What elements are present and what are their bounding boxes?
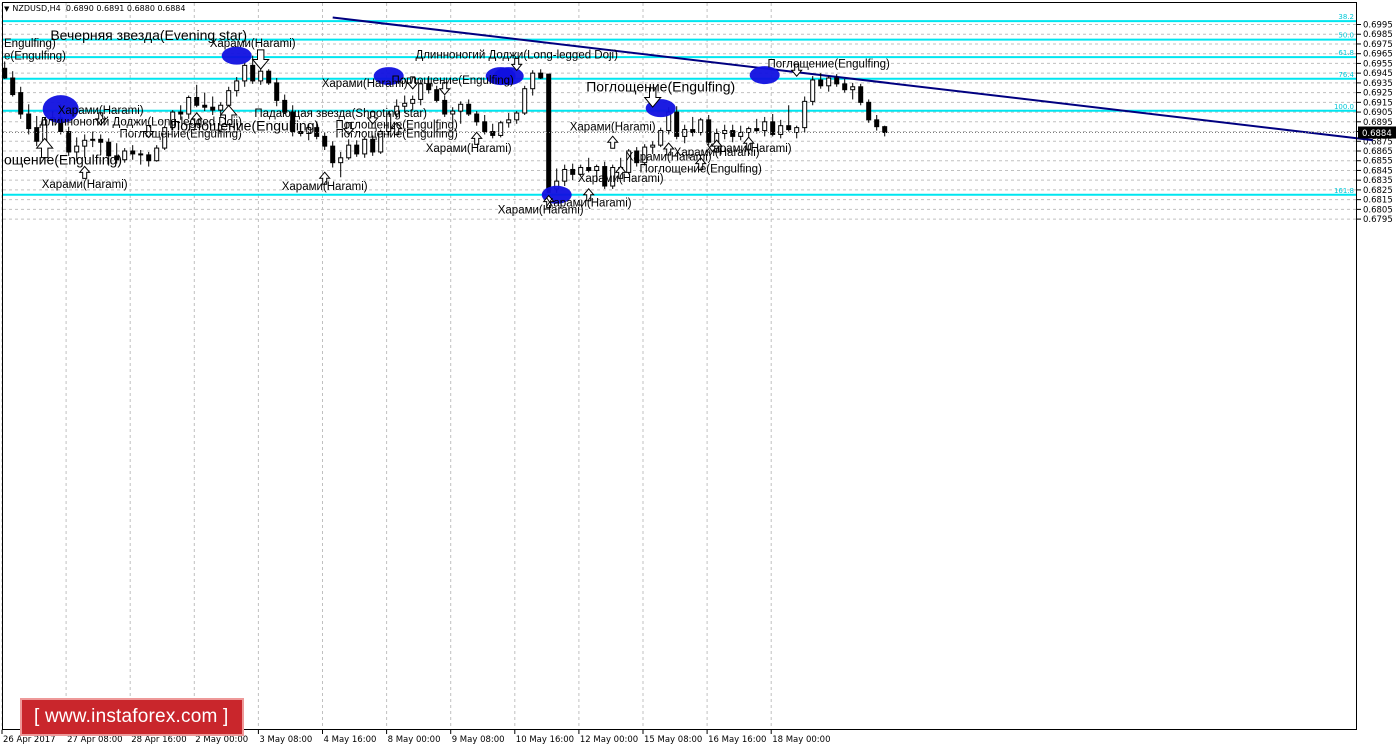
symbol-label: NZDUSD,H4 — [12, 4, 61, 13]
y-tick-label: 0.6985 — [1363, 30, 1393, 40]
x-tick-label: 8 May 00:00 — [388, 735, 441, 745]
x-tick-label: 4 May 16:00 — [324, 735, 377, 745]
x-tick-label: 16 May 16:00 — [708, 735, 766, 745]
y-tick-label: 0.6935 — [1363, 79, 1393, 89]
y-tick-label: 0.6805 — [1363, 205, 1393, 215]
y-tick-label: 0.6795 — [1363, 215, 1393, 225]
y-tick-label: 0.6945 — [1363, 69, 1393, 79]
x-tick-label: 26 Apr 2017 — [3, 735, 56, 745]
chart-header: ▼ NZDUSD,H4 0.6890 0.6891 0.6880 0.6884 — [4, 4, 185, 13]
chart-window: 0.6995 0.6985 0.6975 0.6965 0.6955 0.6945 0.69… — [0, 0, 1398, 749]
x-tick-label: 28 Apr 16:00 — [131, 735, 186, 745]
y-tick-label: 0.6965 — [1363, 50, 1393, 60]
x-tick-label: 18 May 00:00 — [772, 735, 830, 745]
current-price-label: 0.6884 — [1362, 129, 1392, 139]
y-tick-label: 0.6855 — [1363, 157, 1393, 167]
plot-frame — [2, 2, 1357, 730]
x-tick-label: 9 May 08:00 — [452, 735, 505, 745]
dropdown-triangle-icon[interactable]: ▼ — [4, 5, 9, 13]
y-tick-label: 0.6835 — [1363, 176, 1393, 186]
y-tick-label: 0.6995 — [1363, 21, 1393, 31]
y-tick-label: 0.6865 — [1363, 147, 1393, 157]
x-tick-label: 3 May 08:00 — [259, 735, 312, 745]
x-tick-label: 12 May 00:00 — [580, 735, 638, 745]
y-tick-label: 0.6955 — [1363, 59, 1393, 69]
y-tick-label: 0.6815 — [1363, 196, 1393, 206]
y-tick-label: 0.6905 — [1363, 108, 1393, 118]
watermark-text: [ www.instaforex.com ] — [34, 706, 229, 727]
y-tick-label: 0.6925 — [1363, 89, 1393, 99]
x-tick-label: 10 May 16:00 — [516, 735, 574, 745]
ohlc-readout: 0.6890 0.6891 0.6880 0.6884 — [65, 4, 186, 13]
y-tick-label: 0.6825 — [1363, 186, 1393, 196]
watermark-logo: [ www.instaforex.com ] — [20, 698, 244, 736]
y-tick-label: 0.6915 — [1363, 98, 1393, 108]
x-tick-label: 2 May 00:00 — [195, 735, 248, 745]
x-tick-label: 15 May 08:00 — [644, 735, 702, 745]
x-tick-label: 27 Apr 08:00 — [67, 735, 122, 745]
y-tick-label: 0.6975 — [1363, 40, 1393, 50]
y-tick-label: 0.6895 — [1363, 118, 1393, 128]
y-tick-label: 0.6845 — [1363, 166, 1393, 176]
